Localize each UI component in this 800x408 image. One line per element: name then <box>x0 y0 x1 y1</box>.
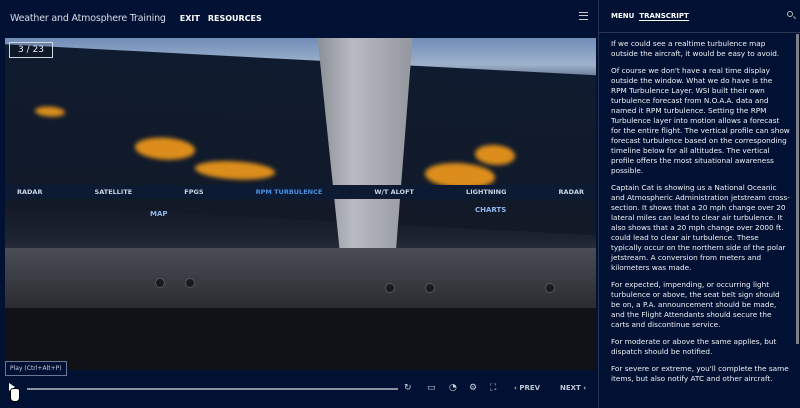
display-tab: RADAR <box>558 188 584 196</box>
hand-cursor-icon <box>10 388 20 402</box>
transcript-scrollbar[interactable] <box>796 34 799 344</box>
top-bar: Weather and Atmosphere Training EXIT RES… <box>0 0 598 37</box>
cockpit-panel <box>5 248 596 308</box>
slide-image: RADAR SATELLITE FPGS RPM TURBULENCE W/T … <box>5 38 596 370</box>
display-tab: W/T ALOFT <box>374 188 414 196</box>
resources-link[interactable]: RESOURCES <box>208 14 262 23</box>
fullscreen-icon[interactable]: ⛶ <box>490 383 496 393</box>
slide-counter: 3 / 23 <box>9 42 53 58</box>
hamburger-menu-icon[interactable] <box>579 12 588 20</box>
seek-bar[interactable] <box>27 388 398 390</box>
display-tab: FPGS <box>184 188 204 196</box>
settings-gear-icon[interactable]: ⚙ <box>469 383 477 393</box>
transcript-paragraph: For severe or extreme, you'll complete t… <box>611 364 789 383</box>
captions-icon[interactable]: ▭ <box>427 383 436 393</box>
next-button[interactable]: NEXT › <box>560 384 586 392</box>
display-tab: RPM TURBULENCE <box>255 188 323 196</box>
display-tabs: RADAR SATELLITE FPGS RPM TURBULENCE W/T … <box>5 185 596 199</box>
transcript-paragraph: If we could see a realtime turbulence ma… <box>611 39 780 58</box>
display-tab: LIGHTNING <box>466 188 507 196</box>
transcript-paragraph: Captain Cat is showing us a National Oce… <box>611 183 790 272</box>
playback-speed-icon[interactable]: ◔ <box>449 383 457 393</box>
transcript-paragraph: Of course we don't have a real time disp… <box>611 66 790 175</box>
tab-menu[interactable]: MENU <box>611 12 634 20</box>
display-tab: RADAR <box>17 188 43 196</box>
lower-panel <box>5 308 596 370</box>
weather-display <box>5 43 596 237</box>
play-tooltip: Play (Ctrl+Alt+P) <box>5 361 67 376</box>
prev-button[interactable]: ‹ PREV <box>514 384 540 392</box>
display-tab: SATELLITE <box>94 188 133 196</box>
sidebar-tabs: MENU TRANSCRIPT <box>599 0 800 33</box>
transcript-text: If we could see a realtime turbulence ma… <box>599 33 800 407</box>
search-icon[interactable] <box>787 11 793 17</box>
transcript-paragraph: For expected, impending, or occurring li… <box>611 280 780 329</box>
replay-icon[interactable]: ↻ <box>404 383 412 393</box>
sidebar: MENU TRANSCRIPT If we could see a realti… <box>598 0 800 408</box>
player-controls: ↻ ▭ ◔ ⚙ ⛶ ‹ PREV NEXT › <box>0 378 598 406</box>
exit-link[interactable]: EXIT <box>180 14 200 23</box>
display-charts-label: CHARTS <box>475 206 507 214</box>
course-title: Weather and Atmosphere Training <box>10 13 166 24</box>
tab-transcript[interactable]: TRANSCRIPT <box>639 12 689 21</box>
display-map-label: MAP <box>150 210 168 218</box>
transcript-paragraph: For moderate or above the same applies, … <box>611 337 777 356</box>
